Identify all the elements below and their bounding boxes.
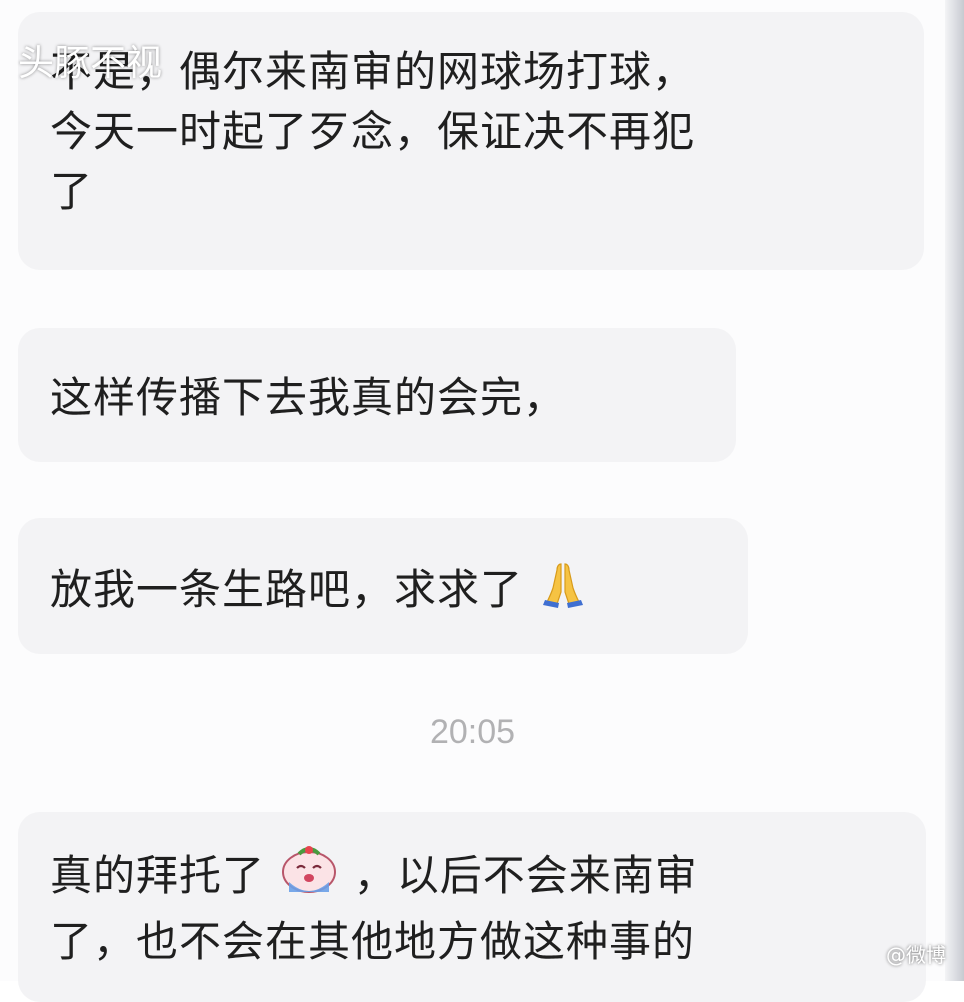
- message-text: 真的拜托了: [50, 851, 266, 900]
- message-text: 放我一条生路吧，求求了: [50, 565, 524, 614]
- crying-face-icon: [279, 842, 339, 912]
- folded-hands-icon: [537, 558, 589, 626]
- message-text: ，以后不会来南审: [353, 851, 698, 900]
- video-watermark: 头豚不视: [18, 43, 163, 84]
- message-line: 了，也不会在其他地方做这种事的: [50, 917, 696, 966]
- background-edge: [945, 0, 964, 981]
- weibo-watermark: @微博: [886, 943, 946, 967]
- message-timestamp: 20:05: [429, 713, 516, 751]
- message-bubble[interactable]: 放我一条生路吧，求求了: [18, 518, 748, 654]
- message-line: 放我一条生路吧，求求了: [50, 558, 718, 626]
- message-line: 了: [50, 167, 94, 216]
- message-bubble[interactable]: 这样传播下去我真的会完，: [18, 328, 736, 462]
- message-line: 这样传播下去我真的会完，: [50, 373, 567, 422]
- message-line: 不是，偶尔来南审的网球场打球，: [50, 47, 696, 96]
- message-line: 今天一时起了歹念，保证决不再犯: [50, 107, 696, 156]
- message-bubble[interactable]: 真的拜托了 ，以后不会来南审 了，也不会在其他地方做这种事的: [18, 812, 926, 1002]
- chat-area: 不是，偶尔来南审的网球场打球， 今天一时起了歹念，保证决不再犯 了 这样传播下去…: [0, 0, 945, 1002]
- message-line: 真的拜托了 ，以后不会来南审: [50, 842, 896, 912]
